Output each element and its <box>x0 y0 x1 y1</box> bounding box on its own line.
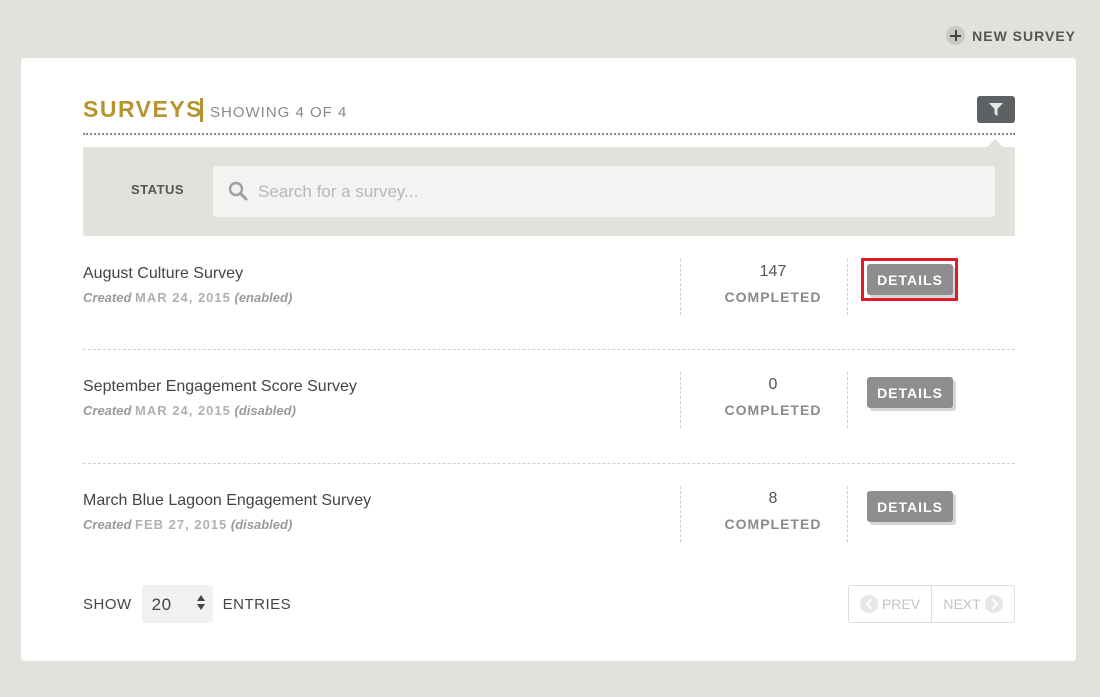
details-button[interactable]: DETAILS <box>867 491 953 522</box>
completed-count: 0 <box>768 376 778 393</box>
survey-meta: Created FEB 27, 2015 (disabled) <box>83 517 292 532</box>
survey-name: March Blue Lagoon Engagement Survey <box>83 492 372 509</box>
survey-state: (disabled) <box>234 403 296 418</box>
column-divider <box>680 372 681 428</box>
completed-count: 8 <box>768 490 778 507</box>
survey-name: September Engagement Score Survey <box>83 378 357 395</box>
search-icon <box>228 181 248 201</box>
surveys-header: SURVEYS SHOWING 4 OF 4 <box>83 94 1015 135</box>
survey-name: August Culture Survey <box>83 265 244 282</box>
entries-control: SHOW 20 ENTRIES <box>83 585 291 623</box>
survey-meta: Created MAR 24, 2015 (enabled) <box>83 290 292 305</box>
survey-row: August Culture Survey Created MAR 24, 20… <box>83 258 1015 315</box>
search-input[interactable] <box>258 166 978 217</box>
row-separator <box>83 349 1015 350</box>
survey-state: (disabled) <box>230 517 293 532</box>
details-button[interactable]: DETAILS <box>867 264 953 295</box>
plus-circle-icon <box>946 26 966 45</box>
row-separator <box>83 463 1015 464</box>
completed-count: 147 <box>759 263 787 280</box>
next-button[interactable]: NEXT <box>931 586 1014 622</box>
entries-label: ENTRIES <box>222 595 292 613</box>
created-date: FEB 27, 2015 <box>135 517 228 532</box>
created-date: MAR 24, 2015 <box>135 403 231 418</box>
created-label: Created <box>83 290 132 305</box>
details-button[interactable]: DETAILS <box>867 377 953 408</box>
survey-row: September Engagement Score Survey Create… <box>83 372 1015 428</box>
new-survey-button[interactable]: NEW SURVEY <box>946 26 1076 45</box>
created-label: Created <box>83 403 132 418</box>
column-divider <box>680 259 681 315</box>
showing-count: SHOWING 4 OF 4 <box>210 104 348 121</box>
entries-value: 20 <box>151 595 172 614</box>
prev-label: PREV <box>881 596 921 612</box>
created-label: Created <box>83 517 132 532</box>
show-label: SHOW <box>83 595 132 613</box>
pagination: PREV NEXT <box>848 585 1015 623</box>
column-divider <box>847 372 848 428</box>
search-box <box>213 166 995 217</box>
filter-panel: STATUS <box>83 139 1015 236</box>
survey-row: March Blue Lagoon Engagement Survey Crea… <box>83 486 1015 542</box>
filter-icon <box>989 103 1003 116</box>
survey-state: (enabled) <box>234 290 293 305</box>
completed-label: COMPLETED <box>724 516 822 532</box>
next-label: NEXT <box>943 596 981 612</box>
chevron-left-icon <box>859 595 878 613</box>
created-date: MAR 24, 2015 <box>135 290 231 305</box>
column-divider <box>847 259 848 315</box>
select-arrows-icon <box>196 595 205 610</box>
prev-button[interactable]: PREV <box>849 586 931 622</box>
page-title: SURVEYS <box>83 96 204 122</box>
new-survey-label: NEW SURVEY <box>972 27 1076 44</box>
filter-toggle-button[interactable] <box>977 96 1015 123</box>
completed-label: COMPLETED <box>724 402 822 418</box>
title-divider <box>200 98 203 122</box>
survey-meta: Created MAR 24, 2015 (disabled) <box>83 403 296 418</box>
chevron-right-icon <box>984 595 1003 613</box>
column-divider <box>847 486 848 542</box>
completed-label: COMPLETED <box>724 289 822 305</box>
surveys-card: SURVEYS SHOWING 4 OF 4 STATUS August Cul… <box>21 58 1076 661</box>
entries-select[interactable]: 20 <box>141 585 213 623</box>
status-filter-label[interactable]: STATUS <box>131 182 184 197</box>
column-divider <box>680 486 681 542</box>
